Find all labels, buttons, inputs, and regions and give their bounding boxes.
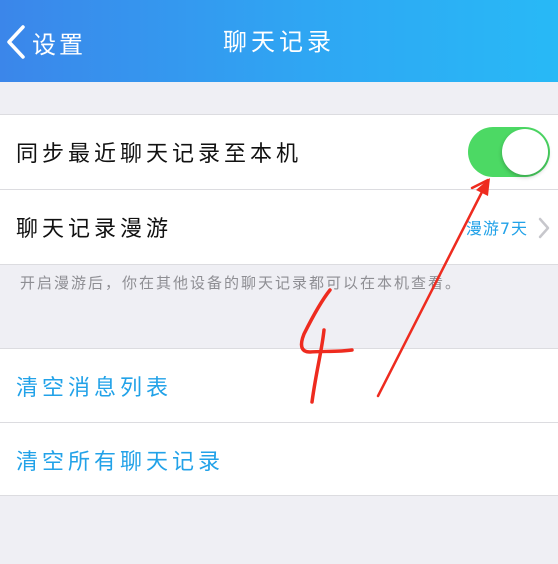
roaming-row[interactable]: 聊天记录漫游 漫游7天: [0, 190, 558, 264]
chevron-right-icon: [538, 217, 550, 239]
annotation-number-stroke: [299, 288, 354, 354]
page-title: 聊天记录: [223, 28, 335, 56]
roaming-footnote: 开启漫游后，你在其他设备的聊天记录都可以在本机查看。: [20, 274, 463, 292]
roaming-value: 漫游7天: [465, 219, 528, 238]
sync-toggle[interactable]: [468, 127, 550, 177]
clear-actions-group: 清空消息列表 清空所有聊天记录: [0, 348, 558, 496]
toggle-knob: [502, 129, 548, 175]
sync-label: 同步最近聊天记录至本机: [16, 142, 303, 167]
clear-all-row[interactable]: 清空所有聊天记录: [0, 423, 558, 497]
clear-messages-row[interactable]: 清空消息列表: [0, 349, 558, 423]
sync-settings-group: 同步最近聊天记录至本机 聊天记录漫游 漫游7天: [0, 114, 558, 265]
clear-messages-button[interactable]: 清空消息列表: [16, 370, 172, 402]
roaming-label: 聊天记录漫游: [16, 217, 173, 242]
clear-all-history-button[interactable]: 清空所有聊天记录: [16, 444, 224, 476]
sync-row: 同步最近聊天记录至本机: [0, 115, 558, 189]
navigation-bar: 设置 聊天记录: [0, 0, 558, 82]
